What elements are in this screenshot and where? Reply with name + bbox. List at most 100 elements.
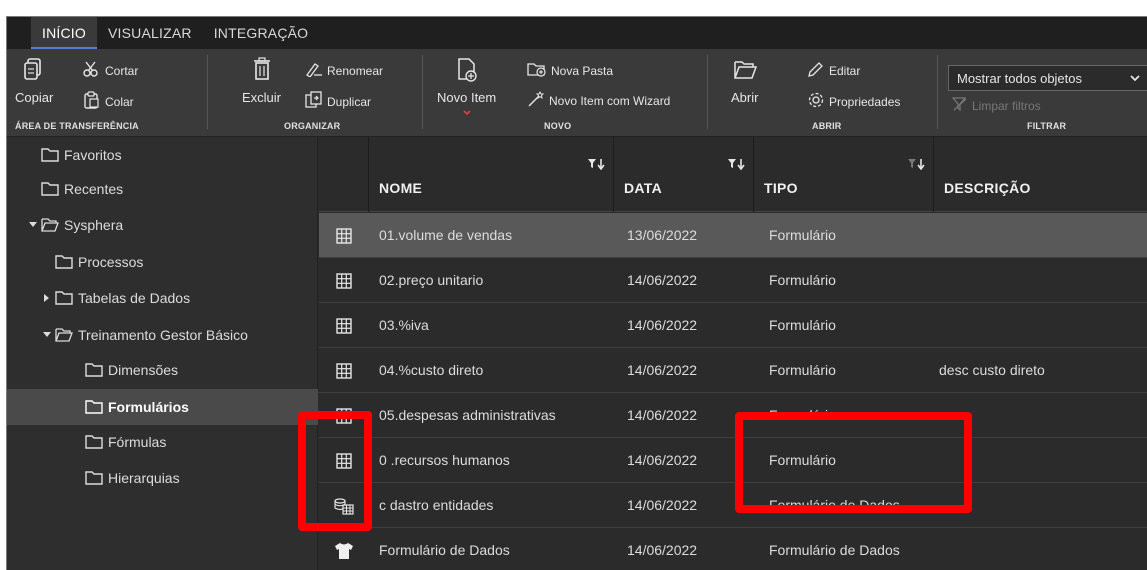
cell-name: 04.%custo direto xyxy=(379,362,484,378)
table-row[interactable]: 05.despesas administrativas 14/06/2022 F… xyxy=(319,393,1147,438)
tab-visualizar[interactable]: VISUALIZAR xyxy=(97,17,203,49)
tree-item-label: Processos xyxy=(78,254,144,270)
cell-type: Formulário xyxy=(769,317,836,333)
tree-item-favoritos[interactable]: Favoritos xyxy=(7,137,318,173)
table-row[interactable]: 04.%custo direto 14/06/2022 Formulário d… xyxy=(319,348,1147,393)
gear-icon xyxy=(807,91,825,112)
tree-item-label: Treinamento Gestor Básico xyxy=(78,327,248,343)
table-row[interactable]: 01.volume de vendas 13/06/2022 Formulári… xyxy=(319,213,1147,258)
filter-group-label: FILTRAR xyxy=(1027,121,1067,131)
open-group-label: ABRIR xyxy=(812,121,842,131)
tab-integracao[interactable]: INTEGRAÇÃO xyxy=(203,17,320,49)
clear-filters-button[interactable]: Limpar filtros xyxy=(951,97,1041,114)
cut-button[interactable]: Cortar xyxy=(83,61,138,80)
tree-item-processos[interactable]: Processos xyxy=(7,244,318,280)
new-folder-button[interactable]: Nova Pasta xyxy=(527,61,613,80)
cell-date: 14/06/2022 xyxy=(627,272,698,288)
copy-button[interactable]: Copiar xyxy=(15,55,53,105)
tree-item-sysphera[interactable]: Sysphera xyxy=(7,207,318,243)
show-objects-value: Mostrar todos objetos xyxy=(957,70,1083,86)
table-row[interactable]: 02.preço unitario 14/06/2022 Formulário xyxy=(319,258,1147,303)
cell-date: 14/06/2022 xyxy=(627,362,698,378)
new-folder-icon xyxy=(527,61,547,80)
grid-icon xyxy=(319,303,369,348)
cell-date: 14/06/2022 xyxy=(627,542,698,558)
cell-name: 03.%iva xyxy=(379,317,429,333)
ribbon-tabbar: INÍCIO VISUALIZAR INTEGRAÇÃO xyxy=(7,17,1147,49)
cell-name: 0 .recursos humanos xyxy=(379,452,510,468)
chevron-right-icon[interactable] xyxy=(41,293,53,303)
open-button[interactable]: Abrir xyxy=(731,55,758,105)
paste-icon xyxy=(83,91,101,112)
tree-item-formularios[interactable]: Formulários xyxy=(7,389,318,425)
chevron-down-icon xyxy=(1129,70,1141,89)
new-item-button[interactable]: Novo Item xyxy=(437,55,496,120)
duplicate-icon xyxy=(305,91,323,112)
clear-filter-icon xyxy=(951,97,968,114)
cell-name: c dastro entidades xyxy=(379,497,494,513)
organize-group-label: ORGANIZAR xyxy=(284,121,341,131)
folder-icon xyxy=(85,471,103,485)
column-header-data[interactable]: DATA xyxy=(614,137,754,212)
cell-description xyxy=(939,258,1139,303)
table-row[interactable]: 0 .recursos humanos 14/06/2022 Formulári… xyxy=(319,438,1147,483)
new-group-label: NOVO xyxy=(544,121,572,131)
paste-label: Colar xyxy=(105,94,134,109)
chevron-down-icon[interactable] xyxy=(41,331,53,339)
clipboard-group-label: ÁREA DE TRANSFERÊNCIA xyxy=(15,121,139,131)
show-objects-select[interactable]: Mostrar todos objetos xyxy=(948,65,1147,91)
tab-inicio[interactable]: INÍCIO xyxy=(31,17,97,49)
cell-date: 13/06/2022 xyxy=(627,227,698,243)
annotation-highlight-icons xyxy=(298,411,372,531)
pencil-icon xyxy=(807,61,825,80)
folder-icon xyxy=(55,291,73,305)
column-header-tipo[interactable]: TIPO xyxy=(754,137,934,212)
cell-date: 14/06/2022 xyxy=(627,317,698,333)
edit-button[interactable]: Editar xyxy=(807,61,860,80)
cell-description: desc custo direto xyxy=(939,362,1045,378)
chevron-down-icon[interactable] xyxy=(27,221,39,229)
tree-item-tabelas-de-dados[interactable]: Tabelas de Dados xyxy=(7,280,318,316)
filter-sort-icon[interactable] xyxy=(907,157,925,173)
column-header-nome[interactable]: NOME xyxy=(369,137,614,212)
items-grid: NOME DATA TIPO DESCRIÇÃO 01.volume de ve… xyxy=(319,137,1147,570)
tree-item-treinamento-gestor-basico[interactable]: Treinamento Gestor Básico xyxy=(7,317,318,353)
column-header-label: NOME xyxy=(379,180,423,196)
grid-icon xyxy=(319,348,369,393)
delete-button[interactable]: Excluir xyxy=(242,55,281,105)
rename-button[interactable]: Renomear xyxy=(305,61,383,80)
properties-button[interactable]: Propriedades xyxy=(807,91,900,112)
duplicate-button[interactable]: Duplicar xyxy=(305,91,371,112)
tree-item-recentes[interactable]: Recentes xyxy=(7,171,318,207)
ribbon-separator xyxy=(707,55,708,129)
cell-type: Formulário xyxy=(769,227,836,243)
tree-item-dimensoes[interactable]: Dimensões xyxy=(7,352,318,388)
cut-label: Cortar xyxy=(105,63,139,78)
filter-sort-icon[interactable] xyxy=(727,157,745,173)
new-folder-label: Nova Pasta xyxy=(551,63,614,78)
edit-label: Editar xyxy=(829,63,861,78)
column-header-descricao[interactable]: DESCRIÇÃO xyxy=(934,137,1147,212)
scissors-icon xyxy=(83,61,101,80)
cell-type: Formulário xyxy=(769,362,836,378)
filter-sort-icon[interactable] xyxy=(587,157,605,173)
table-row[interactable]: c dastro entidades 14/06/2022 Formulário… xyxy=(319,483,1147,528)
new-item-wizard-button[interactable]: Novo Item com Wizard xyxy=(527,90,670,110)
grid-icon xyxy=(319,258,369,303)
grid-header: NOME DATA TIPO DESCRIÇÃO xyxy=(319,137,1147,212)
folder-icon xyxy=(41,182,59,196)
table-row[interactable]: Formulário de Dados 14/06/2022 Formulári… xyxy=(319,528,1147,570)
folder-icon xyxy=(85,363,103,377)
ribbon-separator xyxy=(937,55,938,129)
tree-item-formulas[interactable]: Fórmulas xyxy=(7,424,318,460)
delete-label: Excluir xyxy=(242,90,282,105)
paste-button[interactable]: Colar xyxy=(83,91,134,112)
cell-date: 14/06/2022 xyxy=(627,407,698,423)
cell-date: 14/06/2022 xyxy=(627,452,698,468)
table-row[interactable]: 03.%iva 14/06/2022 Formulário xyxy=(319,303,1147,348)
shirt-icon xyxy=(319,528,369,570)
tree-item-hierarquias[interactable]: Hierarquias xyxy=(7,460,318,496)
tree-item-label: Formulários xyxy=(108,399,189,415)
copy-label: Copiar xyxy=(15,90,54,105)
folder-icon xyxy=(85,435,103,449)
